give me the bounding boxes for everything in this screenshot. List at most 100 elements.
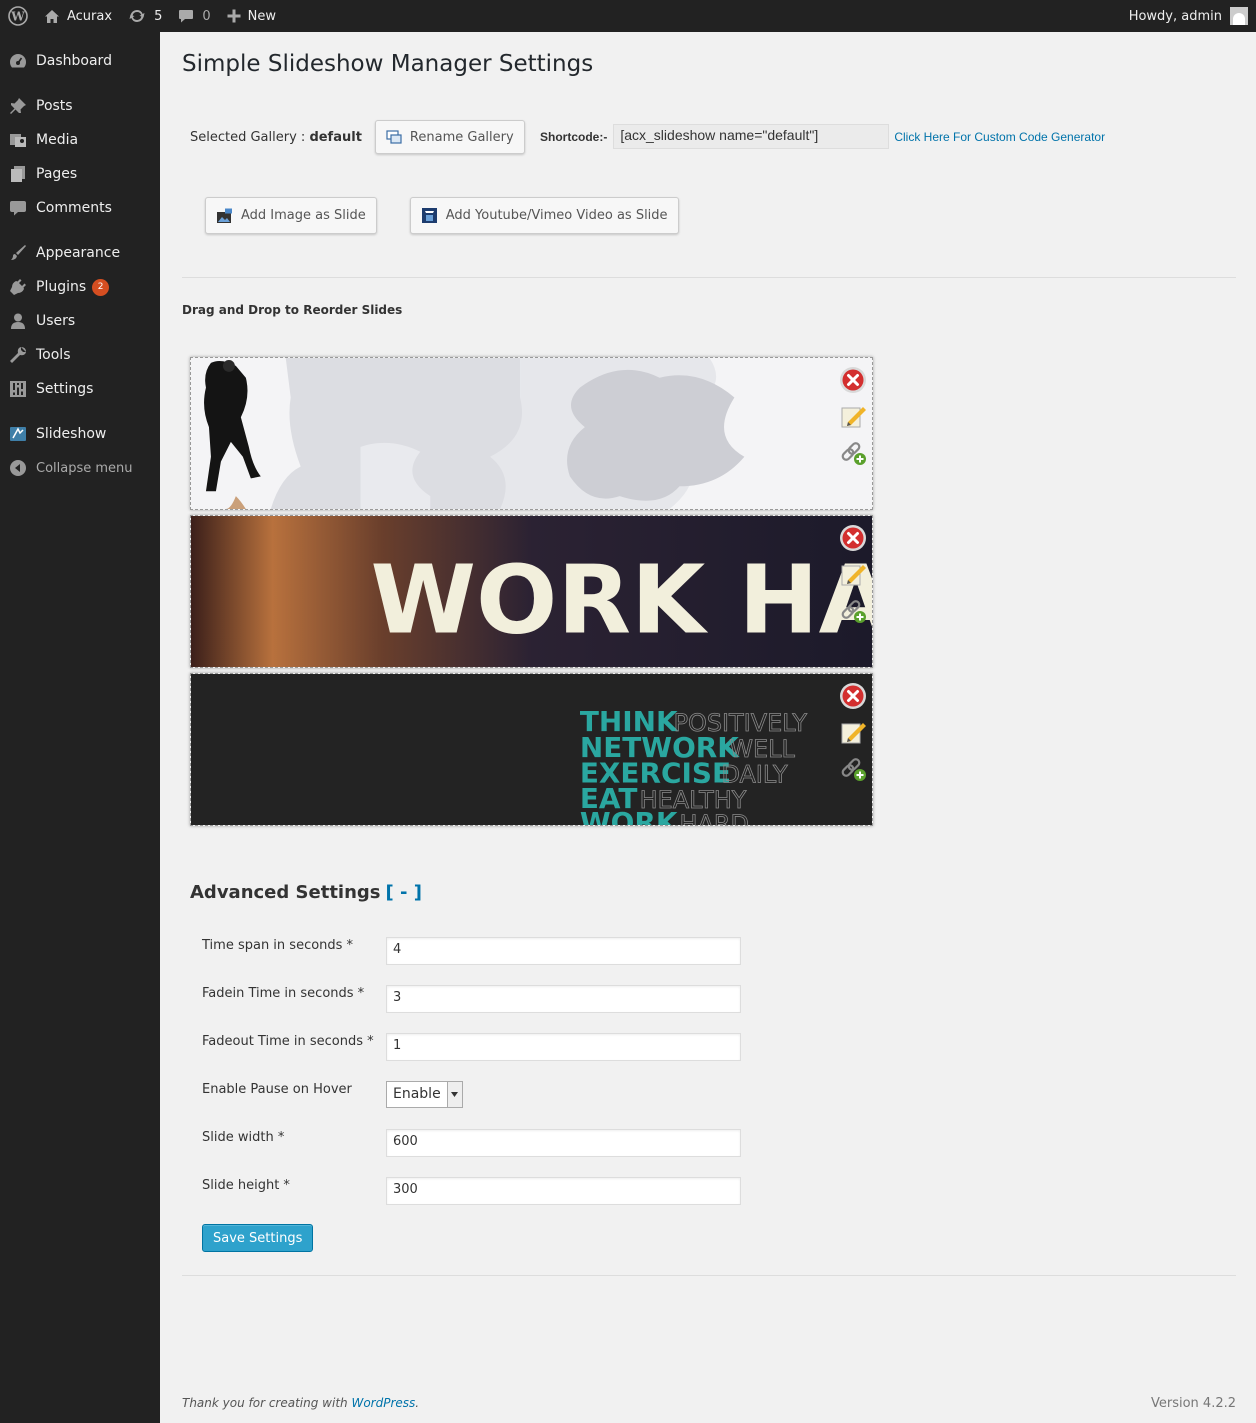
sidebar-item-slideshow[interactable]: Slideshow [0,417,160,451]
collapse-menu-label: Collapse menu [36,460,133,476]
wordpress-link[interactable]: WordPress [351,1396,415,1410]
slide-image-puzzle [191,358,872,509]
selected-gallery-value: default [309,129,362,145]
sidebar-item-label: Plugins [36,279,87,295]
slide-item[interactable] [190,357,873,510]
wrench-icon [8,345,28,365]
sidebar-item-plugins[interactable]: Plugins 2 [0,270,160,304]
slide-item[interactable]: WORK HARD [190,515,873,668]
howdy-text: Howdy, admin [1128,8,1222,24]
sidebar-item-comments[interactable]: Comments [0,191,160,225]
sidebar-item-media[interactable]: Media [0,123,160,157]
add-video-slide-label: Add Youtube/Vimeo Video as Slide [445,208,668,223]
slide-item[interactable]: THINK POSITIVELY NETWORK WELL EXERCISE D… [190,673,873,826]
sidebar-item-appearance[interactable]: Appearance [0,236,160,270]
sidebar-item-label: Pages [36,166,78,182]
slide-actions [838,362,868,470]
site-name-label: Acurax [67,8,113,24]
pause-on-hover-select[interactable]: Enable [386,1081,463,1108]
updates-link[interactable]: 5 [120,0,170,32]
sidebar-item-label: Posts [36,98,73,114]
sidebar-item-label: Dashboard [36,53,112,69]
admin-bar: W Acurax 5 0 New Howdy, admin [0,0,1256,32]
edit-slide-icon[interactable] [838,398,868,434]
new-content-link[interactable]: New [219,0,284,32]
sidebar-item-label: Settings [36,381,94,397]
sidebar-item-posts[interactable]: Posts [0,89,160,123]
add-video-slide-button[interactable]: Add Youtube/Vimeo Video as Slide [409,197,679,234]
sidebar-item-pages[interactable]: Pages [0,157,160,191]
sidebar-item-label: Appearance [36,245,121,261]
save-settings-button[interactable]: Save Settings [202,1224,314,1252]
slide-height-input[interactable]: 300 [386,1177,741,1205]
slide-text: HARD [680,810,749,825]
sidebar-item-label: Users [36,313,76,329]
home-icon [44,9,60,24]
avatar [1230,7,1248,25]
sidebar-item-label: Comments [36,200,112,216]
add-link-icon[interactable] [838,592,868,628]
updates-count: 5 [154,8,163,24]
shortcode-row: Shortcode:- [acx_slideshow name="default… [540,124,1105,149]
edit-slide-icon[interactable] [838,556,868,592]
dropdown-arrow-icon [446,1082,462,1107]
collapse-arrow-icon [8,458,28,478]
slide-actions [838,520,868,628]
delete-slide-icon[interactable] [838,362,868,398]
add-link-icon[interactable] [838,434,868,470]
rename-gallery-label: Rename Gallery [409,129,514,145]
comments-link[interactable]: 0 [170,0,218,32]
plugins-update-badge: 2 [92,278,110,296]
form-row-fadein: Fadein Time in seconds * 3 [202,984,741,1013]
advanced-settings-toggle[interactable]: [ - ] [386,882,422,903]
add-image-icon [216,208,233,224]
form-row-slide-height: Slide height * 300 [202,1176,741,1205]
delete-slide-icon[interactable] [838,520,868,556]
plus-icon [227,9,241,23]
user-icon [8,311,28,331]
sidebar-item-tools[interactable]: Tools [0,338,160,372]
slide-list: WORK HARD THINK POSITIVELY NETWORK WELL … [190,357,873,831]
wordpress-logo-icon[interactable]: W [0,0,36,32]
advanced-settings-title: Advanced Settings[ - ] [190,882,422,903]
reorder-slides-label: Drag and Drop to Reorder Slides [182,303,403,317]
custom-code-generator-link[interactable]: Click Here For Custom Code Generator [894,130,1105,144]
footer-thanks: Thank you for creating with WordPress. [182,1396,420,1410]
time-span-input[interactable]: 4 [386,937,741,965]
comment-icon [8,198,28,218]
site-name-link[interactable]: Acurax [36,0,120,32]
form-row-time-span: Time span in seconds * 4 [202,936,741,965]
divider [182,1275,1236,1276]
divider [182,277,1236,278]
field-label: Enable Pause on Hover [202,1082,352,1097]
fadeout-time-input[interactable]: 1 [386,1033,741,1061]
admin-sidebar: Dashboard Posts Media Pages Comments App… [0,32,160,1423]
edit-slide-icon[interactable] [838,714,868,750]
my-account[interactable]: Howdy, admin [1129,7,1256,25]
sidebar-item-label: Media [36,132,79,148]
sidebar-item-dashboard[interactable]: Dashboard [0,44,160,78]
shortcode-field[interactable]: [acx_slideshow name="default"] [613,124,890,149]
new-label: New [247,8,276,24]
collapse-menu-button[interactable]: Collapse menu [0,451,160,485]
shortcode-label: Shortcode:- [540,129,608,144]
add-link-icon[interactable] [838,750,868,786]
form-row-slide-width: Slide width * 600 [202,1128,741,1157]
gallery-row: Selected Gallery : default Rename Galler… [190,120,525,154]
sidebar-item-settings[interactable]: Settings [0,372,160,406]
sidebar-item-label: Slideshow [36,426,107,442]
add-image-slide-button[interactable]: Add Image as Slide [205,197,377,234]
brush-icon [8,243,28,263]
slide-text: WORK [580,806,679,825]
sidebar-item-users[interactable]: Users [0,304,160,338]
slide-width-input[interactable]: 600 [386,1129,741,1157]
form-row-pause-hover: Enable Pause on Hover Enable [202,1080,463,1108]
fadein-time-input[interactable]: 3 [386,985,741,1013]
rename-gallery-button[interactable]: Rename Gallery [374,120,525,154]
field-label: Slide width * [202,1130,285,1145]
slide-image-think-positively: THINK POSITIVELY NETWORK WELL EXERCISE D… [191,674,872,825]
slide-text: WELL [729,735,795,763]
svg-text:W: W [10,10,25,24]
delete-slide-icon[interactable] [838,678,868,714]
field-label: Time span in seconds * [202,938,354,953]
